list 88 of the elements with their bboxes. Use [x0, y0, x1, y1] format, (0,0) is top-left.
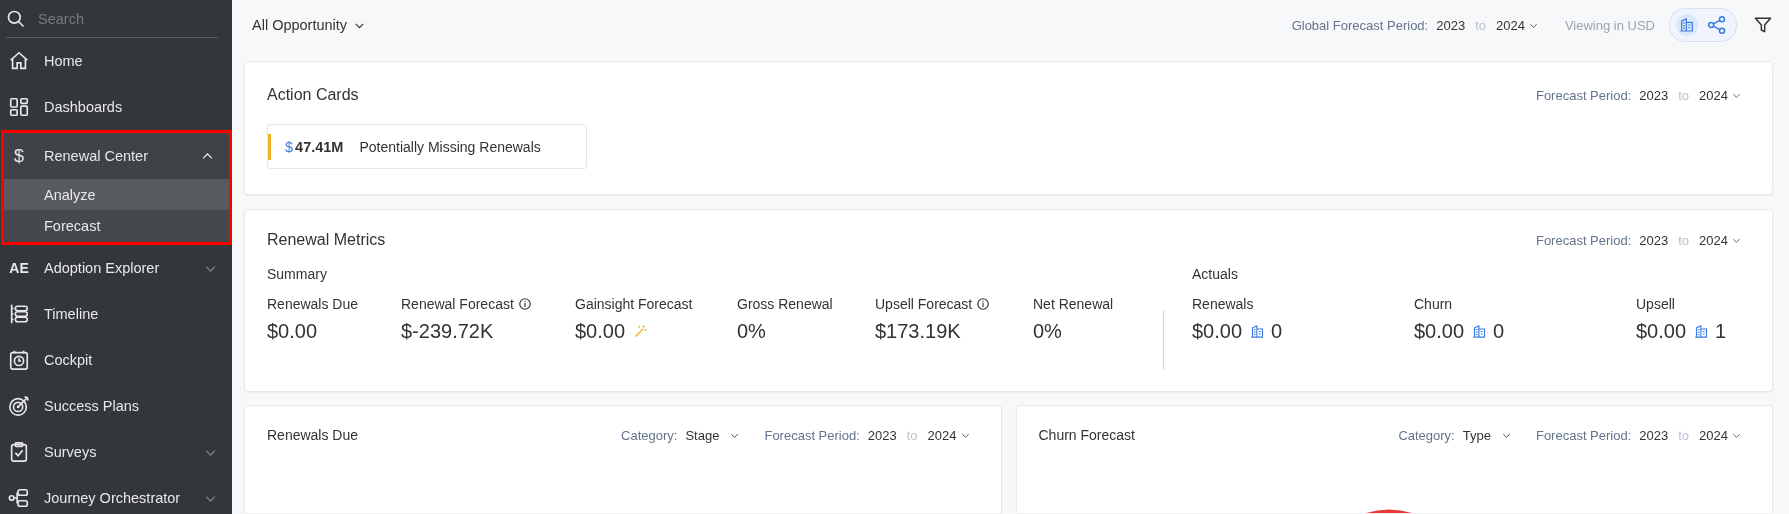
account-count: 0 [1271, 320, 1283, 343]
amount: $47.41M [285, 138, 344, 155]
metric-value: $0.00 [1192, 320, 1243, 343]
sidebar-item[interactable]: Surveys [0, 429, 232, 475]
range-separator: to [906, 427, 918, 443]
wand-icon [633, 324, 649, 339]
sidebar-item[interactable]: Success Plans [0, 383, 232, 429]
range-separator: to [1475, 17, 1486, 33]
grid-icon [8, 96, 30, 118]
account-count: 0 [1493, 320, 1505, 343]
metric-value: $0.00 [267, 320, 318, 343]
building-icon [1472, 324, 1488, 339]
year-dropdown[interactable]: 2024 [927, 427, 971, 443]
sidebar-subitem[interactable]: Forecast [3, 210, 229, 241]
card-title: Action Cards [267, 86, 359, 104]
metric-label: Churn [1414, 296, 1454, 312]
metric-label: Upsell Forecast [875, 296, 1033, 312]
clock-icon [8, 349, 30, 371]
year-dropdown[interactable]: 2023 [1639, 87, 1669, 103]
range-separator: to [1678, 87, 1690, 103]
metric-label: Gross Renewal [737, 296, 834, 312]
clipboard-icon [8, 441, 30, 463]
section-title: Summary [267, 266, 328, 282]
view-dropdown[interactable]: All Opportunity [252, 17, 367, 33]
sidebar-item[interactable]: Cockpit [0, 337, 232, 383]
search-field[interactable]: Search [36, 9, 190, 28]
range-separator: to [1678, 427, 1690, 443]
sidebar-item[interactable]: Journey Orchestrator [0, 475, 232, 514]
building-icon [1679, 17, 1695, 33]
period-label: Forecast Period: [1535, 232, 1632, 248]
metric-label: Upsell [1636, 296, 1676, 312]
section-title: Actuals [1192, 266, 1239, 282]
year-dropdown[interactable]: 2023 [1639, 427, 1669, 443]
building-icon [1694, 324, 1710, 339]
sidebar-item[interactable]: AE Adoption Explorer [0, 245, 232, 291]
card-title: Renewals Due [267, 427, 359, 443]
metric-value: $-239.72K [401, 320, 494, 343]
info-icon[interactable] [976, 297, 991, 311]
metric-value: $0.00 [1414, 320, 1465, 343]
period-label: Forecast Period: [1535, 427, 1632, 443]
card-title: Renewal Metrics [267, 231, 386, 249]
year-dropdown[interactable]: 2023 [1436, 17, 1466, 33]
metric-value: $0.00 [575, 320, 626, 343]
info-icon[interactable] [517, 297, 532, 311]
metric-label: Renewals [1192, 296, 1255, 312]
category-dropdown[interactable]: Stage [685, 427, 741, 443]
range-separator: to [1678, 232, 1690, 248]
year-dropdown[interactable]: 2023 [1639, 232, 1669, 248]
share-icon [1707, 15, 1727, 35]
sidebar-item[interactable]: Timeline [0, 291, 232, 337]
year-dropdown[interactable]: 2024 [1699, 232, 1742, 248]
metric-label: Renewal Forecast [401, 296, 575, 312]
currency-label: Viewing in USD [1564, 17, 1655, 33]
sidebar-subitem[interactable]: Analyze [3, 179, 229, 210]
category-dropdown[interactable]: Type [1462, 427, 1512, 443]
period-label: Forecast Period: [764, 427, 860, 443]
category-label: Category: [621, 427, 678, 443]
card-title: Churn Forecast [1038, 427, 1135, 443]
action-card[interactable]: $47.41M Potentially Missing Renewals [267, 124, 587, 169]
home-icon [8, 50, 30, 72]
flow-icon [8, 487, 30, 509]
metric-value: 0% [1033, 320, 1062, 343]
timeline-icon [8, 303, 30, 325]
nav-icon-label: $ [13, 145, 25, 167]
year-dropdown[interactable]: 2024 [1699, 427, 1742, 443]
year-dropdown[interactable]: 2024 [1496, 17, 1539, 33]
period-label: Global Forecast Period: [1291, 17, 1429, 33]
search-icon [6, 8, 26, 29]
year-dropdown[interactable]: 2024 [1699, 87, 1742, 103]
year-dropdown[interactable]: 2023 [867, 427, 897, 443]
metric-label: Gainsight Forecast [575, 296, 694, 312]
metric-label: Net Renewal [1033, 296, 1115, 312]
nav-icon-label: AE [8, 260, 30, 276]
sidebar-item[interactable]: Home [0, 38, 232, 84]
building-icon [1250, 324, 1266, 339]
category-label: Category: [1398, 427, 1455, 443]
metric-value: 0% [737, 320, 766, 343]
sidebar-item[interactable]: Dashboards [0, 84, 232, 130]
account-count: 1 [1715, 320, 1727, 343]
period-label: Forecast Period: [1535, 87, 1632, 103]
toggle-option[interactable] [1676, 14, 1698, 36]
sidebar-item[interactable]: $ Renewal Center [3, 133, 229, 179]
action-label: Potentially Missing Renewals [359, 138, 541, 155]
target-icon [8, 395, 30, 417]
filter-icon[interactable] [1753, 15, 1773, 35]
metric-label: Renewals Due [267, 296, 360, 312]
metric-value: $173.19K [875, 320, 961, 343]
metric-value: $0.00 [1636, 320, 1687, 343]
